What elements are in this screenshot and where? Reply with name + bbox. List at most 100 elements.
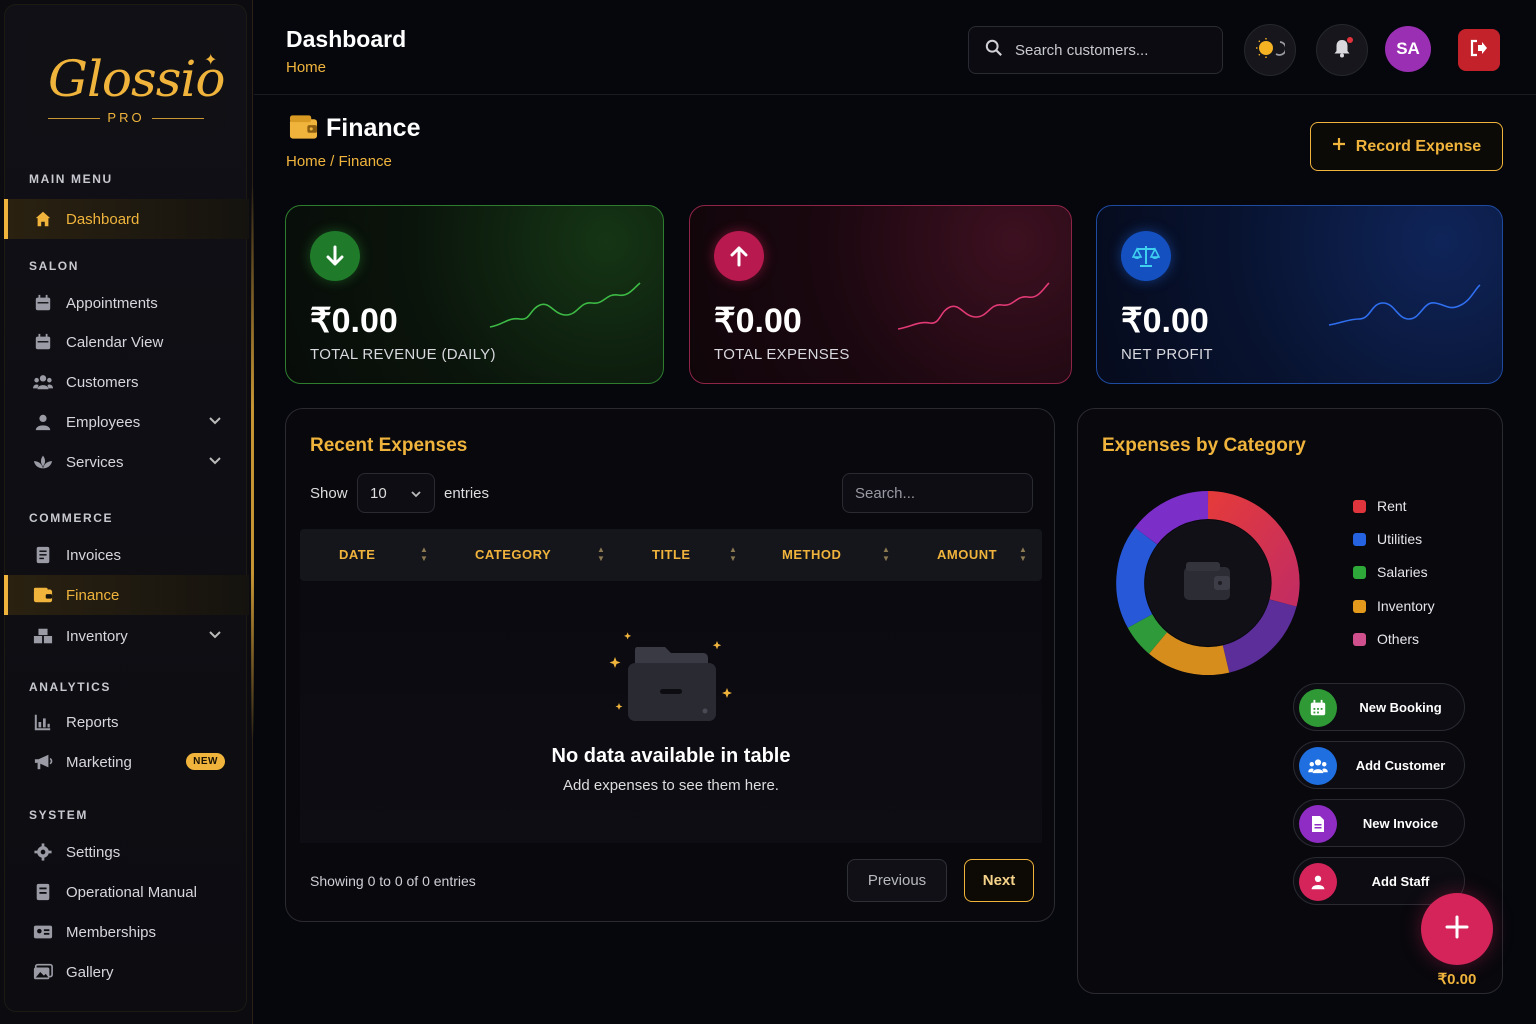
calendar-icon (33, 332, 53, 352)
section-commerce: COMMERCE (29, 511, 114, 525)
sort-icon[interactable]: ▲ ▼ (729, 545, 737, 563)
floating-add-button[interactable] (1421, 893, 1493, 965)
sidebar-item-settings[interactable]: Settings (4, 832, 249, 872)
sidebar-item-finance[interactable]: Finance (4, 575, 249, 615)
empty-folder-icon (609, 632, 732, 721)
stat-value: ₹0.00 (714, 302, 802, 340)
sidebar-item-reports[interactable]: Reports (4, 702, 249, 742)
brand-sub: PRO (48, 110, 204, 125)
chevron-down-icon (410, 486, 422, 503)
chart-icon (33, 712, 53, 732)
user-icon (33, 412, 53, 432)
arrow-down-icon (310, 231, 360, 281)
legend-label: Rent (1377, 498, 1407, 514)
customer-search[interactable] (968, 26, 1223, 74)
column-method[interactable]: METHOD (782, 547, 841, 562)
category-donut-chart[interactable] (1116, 491, 1300, 675)
sidebar-item-operational-manual[interactable]: Operational Manual (4, 872, 249, 912)
table-search-input[interactable] (855, 474, 1025, 512)
empty-state-subtitle: Add expenses to see them here. (563, 777, 779, 794)
column-title[interactable]: TITLE (652, 547, 691, 562)
new-badge: NEW (186, 753, 225, 770)
search-icon (985, 39, 1003, 62)
quick-action-label: New Booking (1359, 700, 1442, 715)
invoice-icon (33, 545, 53, 565)
theme-toggle-button[interactable] (1244, 24, 1296, 76)
chevron-down-icon (209, 414, 221, 428)
notifications-button[interactable] (1316, 24, 1368, 76)
user-avatar[interactable]: SA (1385, 26, 1431, 72)
header-breadcrumb[interactable]: Home (286, 59, 326, 76)
user-icon (1299, 863, 1337, 901)
entries-label: entries (444, 485, 490, 502)
book-icon (33, 882, 53, 902)
brand-logo[interactable]: Glossio ✦ PRO (26, 30, 226, 130)
legend-label: Salaries (1377, 564, 1428, 580)
search-input[interactable] (1015, 41, 1205, 59)
stat-label: TOTAL REVENUE (DAILY) (310, 346, 496, 363)
empty-state-title: No data available in table (551, 745, 791, 767)
sidebar-item-services[interactable]: Services (4, 442, 249, 482)
sidebar-item-label: Operational Manual (66, 883, 197, 901)
sidebar-item-calendar-view[interactable]: Calendar View (4, 322, 249, 362)
sidebar-item-label: Reports (66, 713, 119, 731)
add-customer-button[interactable]: Add Customer (1293, 741, 1465, 789)
quick-action-label: Add Customer (1355, 758, 1446, 773)
logout-icon (1469, 39, 1489, 62)
column-date[interactable]: DATE (339, 547, 375, 562)
record-expense-button[interactable]: Record Expense (1310, 122, 1503, 171)
legend-label: Others (1377, 631, 1420, 647)
column-amount[interactable]: AMOUNT (937, 547, 997, 562)
new-invoice-button[interactable]: New Invoice (1293, 799, 1465, 847)
previous-button[interactable]: Previous (847, 859, 947, 902)
sidebar: Glossio ✦ PRO MAIN MENU Dashboard SALON … (0, 0, 254, 1024)
sidebar-item-dashboard[interactable]: Dashboard (4, 199, 249, 239)
wallet-icon (1184, 562, 1230, 600)
fab-total: ₹0.00 (1437, 971, 1477, 988)
sidebar-item-inventory[interactable]: Inventory (4, 616, 249, 656)
page-size-select[interactable]: 10 (357, 473, 435, 513)
sort-icon[interactable]: ▲ ▼ (882, 545, 890, 563)
next-button[interactable]: Next (964, 859, 1034, 902)
sidebar-item-invoices[interactable]: Invoices (4, 535, 249, 575)
plus-icon (1445, 915, 1469, 944)
quick-action-label: Add Staff (1371, 874, 1430, 889)
sparkle-icon: ✦ (204, 52, 218, 69)
sidebar-item-appointments[interactable]: Appointments (4, 283, 249, 323)
legend-item-others[interactable]: Others (1353, 631, 1419, 647)
sidebar-item-gallery[interactable]: Gallery (4, 952, 249, 992)
sort-icon[interactable]: ▲ ▼ (420, 545, 428, 563)
logout-button[interactable] (1458, 29, 1500, 71)
legend-item-inventory[interactable]: Inventory (1353, 598, 1435, 614)
stat-label: TOTAL EXPENSES (714, 346, 850, 363)
legend-swatch (1353, 632, 1366, 646)
column-category[interactable]: CATEGORY (475, 547, 551, 562)
sort-icon[interactable]: ▲ ▼ (597, 545, 605, 563)
image-icon (33, 962, 53, 982)
net-profit-sparkline (1328, 284, 1481, 326)
quick-action-label: New Invoice (1362, 816, 1439, 831)
legend-label: Utilities (1377, 531, 1423, 547)
new-booking-button[interactable]: New Booking (1293, 683, 1465, 731)
legend-item-rent[interactable]: Rent (1353, 498, 1407, 514)
stat-card-net-profit: ₹0.00 NET PROFIT (1096, 205, 1503, 384)
sidebar-item-memberships[interactable]: Memberships (4, 912, 249, 952)
revenue-sparkline (489, 282, 641, 328)
sidebar-item-employees[interactable]: Employees (4, 402, 249, 442)
document-icon (1299, 805, 1337, 843)
legend-item-utilities[interactable]: Utilities (1353, 531, 1422, 547)
table-header: DATE ▲ ▼ CATEGORY ▲ ▼ TITLE ▲ ▼ METHOD ▲ ▼ A… (300, 529, 1042, 581)
sidebar-item-label: Services (66, 453, 124, 471)
users-icon (33, 372, 53, 392)
legend-item-salaries[interactable]: Salaries (1353, 564, 1428, 580)
sidebar-item-customers[interactable]: Customers (4, 362, 249, 402)
chevron-down-icon (209, 454, 221, 468)
page-breadcrumb[interactable]: Home / Finance (286, 153, 392, 170)
section-salon: SALON (29, 259, 79, 273)
notification-dot (1347, 37, 1353, 43)
legend-swatch (1353, 499, 1366, 513)
sidebar-item-marketing[interactable]: Marketing NEW (4, 742, 249, 782)
sort-icon[interactable]: ▲ ▼ (1019, 545, 1027, 563)
stat-card-expenses: ₹0.00 TOTAL EXPENSES (689, 205, 1072, 384)
table-search[interactable] (842, 473, 1033, 513)
